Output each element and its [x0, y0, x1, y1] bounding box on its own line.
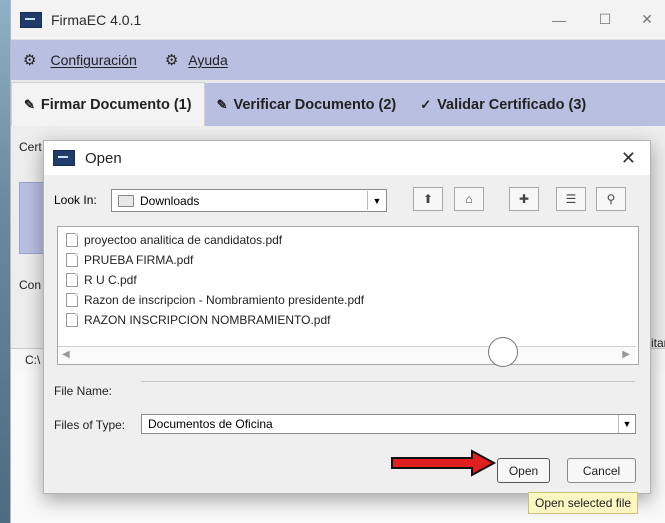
home-icon: ⌂: [465, 192, 473, 206]
new-folder-icon: ✚: [518, 192, 530, 206]
details-view-button[interactable]: ⚲: [596, 187, 626, 211]
open-dialog: Open ✕ Look In: Downloads ▼ ⬆ ⌂ ✚ ☰ ⚲ pr…: [43, 140, 651, 494]
cert-label: Cert: [19, 140, 42, 154]
sign-doc-icon: ✎: [24, 97, 35, 112]
look-in-label: Look In:: [54, 193, 97, 207]
tab-bar: ✎ Firmar Documento (1) ✎ Verificar Docum…: [11, 80, 665, 127]
path-label: C:\: [25, 353, 41, 367]
chevron-down-icon: ▼: [367, 191, 386, 210]
folder-icon: [118, 194, 134, 207]
app-logo-icon: [20, 11, 42, 28]
file-name: R U C.pdf: [84, 273, 137, 287]
file-list: proyectoo analitica de candidatos.pdf PR…: [57, 226, 639, 367]
verify-doc-icon: ✎: [216, 97, 228, 112]
gear-icon: ⚙: [23, 52, 37, 69]
tab-firmar-label: Firmar Documento (1): [40, 97, 192, 113]
maximize-button[interactable]: ☐: [582, 0, 628, 39]
open-button[interactable]: Open: [497, 458, 550, 483]
scrollbar-thumb[interactable]: [488, 337, 518, 367]
list-item[interactable]: R U C.pdf: [58, 270, 638, 290]
file-icon: [66, 253, 78, 267]
up-folder-button[interactable]: ⬆: [413, 187, 443, 211]
files-of-type-value: Documentos de Oficina: [148, 417, 273, 431]
window-controls: — ☐ ✕: [536, 0, 665, 39]
menu-configuracion[interactable]: ⚙ Configuración: [23, 51, 137, 69]
up-folder-icon: ⬆: [422, 192, 434, 206]
list-view-icon: ☰: [565, 192, 577, 206]
chevron-down-icon: ▼: [618, 415, 635, 433]
file-name-label: File Name:: [54, 384, 113, 398]
file-name: Razon de inscripcion - Nombramiento pres…: [84, 293, 365, 307]
list-item[interactable]: proyectoo analitica de candidatos.pdf: [58, 230, 638, 250]
scroll-right-icon[interactable]: ▶: [622, 349, 630, 360]
list-item[interactable]: Razon de inscripcion - Nombramiento pres…: [58, 290, 638, 310]
list-view-button[interactable]: ☰: [556, 187, 586, 211]
red-arrow-annotation: [391, 449, 497, 477]
cert-panel: [19, 182, 46, 254]
dialog-title: Open: [85, 149, 122, 167]
scroll-left-icon[interactable]: ◀: [62, 349, 70, 360]
close-button[interactable]: ✕: [628, 0, 665, 39]
dialog-title-bar: Open ✕: [44, 141, 650, 175]
tab-validar-certificado[interactable]: ✓ Validar Certificado (3): [408, 83, 599, 127]
file-icon: [66, 293, 78, 307]
list-item[interactable]: RAZON INSCRIPCION NOMBRAMIENTO.pdf: [58, 310, 638, 330]
check-circle-icon: ✓: [420, 97, 432, 112]
app-logo-icon: [53, 150, 75, 166]
cancel-button[interactable]: Cancel: [567, 458, 636, 483]
tab-verificar-label: Verificar Documento (2): [233, 97, 397, 113]
menu-ayuda[interactable]: ⚙ Ayuda: [165, 51, 228, 69]
con-label: Con: [19, 278, 42, 292]
tab-firmar-documento[interactable]: ✎ Firmar Documento (1): [11, 82, 205, 127]
menu-ayuda-label: Ayuda: [188, 52, 228, 68]
file-name-input[interactable]: [141, 379, 635, 382]
tab-verificar-documento[interactable]: ✎ Verificar Documento (2): [204, 83, 409, 127]
gear-icon: ⚙: [164, 52, 179, 69]
file-name: proyectoo analitica de candidatos.pdf: [84, 233, 283, 247]
file-name: PRUEBA FIRMA.pdf: [84, 253, 194, 267]
tooltip: Open selected file: [528, 492, 639, 514]
file-icon: [66, 233, 78, 247]
app-title: FirmaEC 4.0.1: [51, 11, 142, 28]
dialog-close-icon[interactable]: ✕: [621, 148, 636, 169]
files-of-type-label: Files of Type:: [54, 418, 126, 432]
details-view-icon: ⚲: [606, 192, 616, 206]
file-name: RAZON INSCRIPCION NOMBRAMIENTO.pdf: [84, 313, 331, 327]
new-folder-button[interactable]: ✚: [509, 187, 539, 211]
file-icon: [66, 313, 78, 327]
menu-bar: ⚙ Configuración ⚙ Ayuda: [11, 40, 665, 80]
tab-validar-label: Validar Certificado (3): [437, 97, 587, 113]
title-bar: FirmaEC 4.0.1 — ☐ ✕: [11, 0, 665, 40]
look-in-value: Downloads: [140, 193, 200, 208]
look-in-combo[interactable]: Downloads ▼: [111, 189, 387, 212]
horizontal-scrollbar[interactable]: ◀ ▶: [58, 337, 636, 367]
files-of-type-select[interactable]: Documentos de Oficina ▼: [141, 414, 636, 434]
file-icon: [66, 273, 78, 287]
list-item[interactable]: PRUEBA FIRMA.pdf: [58, 250, 638, 270]
menu-configuracion-label: Configuración: [50, 52, 137, 68]
home-button[interactable]: ⌂: [454, 187, 484, 211]
minimize-button[interactable]: —: [536, 0, 582, 39]
tab-bar-filler: [598, 83, 665, 127]
